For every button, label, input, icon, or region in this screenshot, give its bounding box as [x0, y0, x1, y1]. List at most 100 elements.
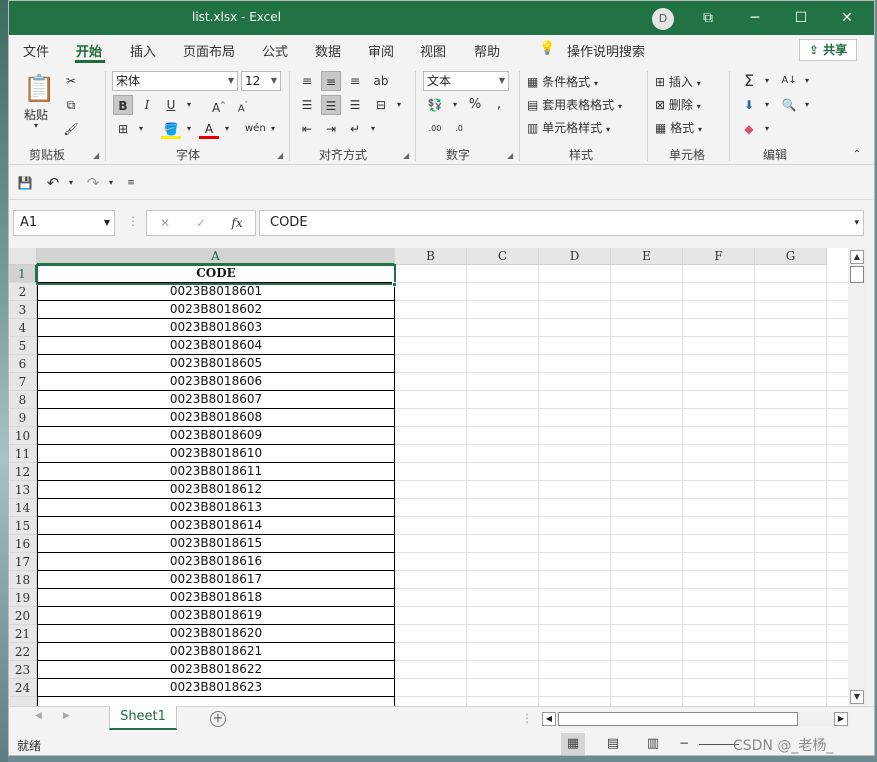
tab-file[interactable]: 文件	[23, 41, 49, 60]
clear-dropdown-icon[interactable]: ▾	[757, 119, 777, 139]
font-color-icon[interactable]: A	[199, 119, 219, 139]
underline-dropdown-icon[interactable]: ▾	[179, 95, 199, 115]
collapse-ribbon-icon[interactable]: ⌃	[847, 145, 867, 165]
increase-font-icon[interactable]: A^	[209, 95, 229, 115]
decrease-font-icon[interactable]: Aˇ	[233, 95, 253, 115]
zoom-out-icon[interactable]: −	[679, 736, 689, 750]
code-cell[interactable]: 0023B8018612	[37, 481, 395, 499]
scroll-down-icon[interactable]: ▼	[850, 690, 864, 704]
page-layout-view-icon[interactable]: ▤	[601, 733, 625, 755]
paste-dropdown-icon[interactable]: ▾	[34, 121, 38, 130]
expand-formula-icon[interactable]: ▾	[854, 211, 859, 235]
code-cell[interactable]: 0023B8018615	[37, 535, 395, 553]
row-header-22[interactable]: 22	[9, 643, 37, 661]
tab-formulas[interactable]: 公式	[262, 41, 288, 60]
code-cell[interactable]: 0023B8018609	[37, 427, 395, 445]
row-header-13[interactable]: 13	[9, 481, 37, 499]
tab-help[interactable]: 帮助	[474, 41, 500, 60]
merge-dropdown-icon[interactable]: ▾	[389, 95, 409, 115]
row-header-19[interactable]: 19	[9, 589, 37, 607]
align-top-icon[interactable]: ≡	[297, 71, 317, 91]
scroll-up-icon[interactable]: ▲	[850, 250, 864, 264]
row-header-18[interactable]: 18	[9, 571, 37, 589]
cancel-icon[interactable]: ✕	[155, 213, 175, 233]
code-cell[interactable]: 0023B8018607	[37, 391, 395, 409]
row-header-7[interactable]: 7	[9, 373, 37, 391]
minimize-button[interactable]: ─	[732, 1, 778, 35]
row-header-23[interactable]: 23	[9, 661, 37, 679]
font-launcher-icon[interactable]: ◢	[277, 151, 283, 160]
font-size-combo[interactable]: 12 ▼	[241, 71, 281, 91]
tab-insert[interactable]: 插入	[130, 41, 156, 60]
column-header-a[interactable]: A	[37, 248, 395, 265]
code-cell[interactable]: 0023B8018603	[37, 319, 395, 337]
code-cell[interactable]: 0023B8018614	[37, 517, 395, 535]
split-handle-icon[interactable]: ⋮	[521, 711, 533, 725]
code-cell[interactable]: 0023B8018623	[37, 679, 395, 697]
code-cell[interactable]: 0023B8018606	[37, 373, 395, 391]
code-cell[interactable]: 0023B8018620	[37, 625, 395, 643]
undo-dropdown-icon[interactable]: ▾	[61, 173, 81, 193]
formula-input[interactable]: CODE ▾	[259, 210, 864, 236]
merge-center-icon[interactable]: ⊟	[371, 95, 391, 115]
code-cell[interactable]: 0023B8018611	[37, 463, 395, 481]
row-header-6[interactable]: 6	[9, 355, 37, 373]
code-cell[interactable]: 0023B8018605	[37, 355, 395, 373]
code-cell[interactable]: 0023B8018622	[37, 661, 395, 679]
fill-color-icon[interactable]: 🪣	[161, 119, 181, 139]
tab-home[interactable]: 开始	[76, 41, 102, 60]
row-header-10[interactable]: 10	[9, 427, 37, 445]
add-sheet-icon[interactable]: +	[210, 711, 226, 727]
row-header-9[interactable]: 9	[9, 409, 37, 427]
select-all-corner[interactable]	[9, 248, 37, 265]
code-cell[interactable]: 0023B8018617	[37, 571, 395, 589]
orientation-icon[interactable]: ab	[371, 71, 391, 91]
fill-dropdown-icon[interactable]: ▾	[757, 95, 777, 115]
code-cell[interactable]: 0023B8018602	[37, 301, 395, 319]
insert-function-icon[interactable]: fx	[227, 213, 247, 233]
decrease-indent-icon[interactable]: ⇤	[297, 119, 317, 139]
scroll-right-icon[interactable]: ▶	[834, 712, 848, 726]
sheet-tab-sheet1[interactable]: Sheet1	[109, 706, 177, 730]
horizontal-scroll-thumb[interactable]	[558, 712, 798, 726]
cell-styles-button[interactable]: ▥ 单元格样式 ▾	[527, 119, 610, 136]
row-header-24[interactable]: 24	[9, 679, 37, 697]
paste-icon[interactable]: 📋	[23, 73, 55, 105]
code-cell[interactable]: 0023B8018616	[37, 553, 395, 571]
number-launcher-icon[interactable]: ◢	[507, 151, 513, 160]
column-header-d[interactable]: D	[539, 248, 611, 265]
row-header-8[interactable]: 8	[9, 391, 37, 409]
code-cell[interactable]: 0023B8018619	[37, 607, 395, 625]
more-options-icon[interactable]: ⋮	[127, 214, 139, 228]
row-header-17[interactable]: 17	[9, 553, 37, 571]
autosum-icon[interactable]: Σ	[739, 71, 759, 91]
vertical-scrollbar[interactable]: ▲ ▼	[848, 248, 867, 706]
save-icon[interactable]: 💾	[15, 173, 35, 193]
page-break-view-icon[interactable]: ▥	[641, 733, 665, 755]
fill-color-dropdown-icon[interactable]: ▾	[179, 119, 199, 139]
font-color-dropdown-icon[interactable]: ▾	[217, 119, 237, 139]
close-button[interactable]: ✕	[824, 1, 870, 35]
increase-decimal-icon[interactable]: .00	[425, 119, 445, 139]
worksheet-grid[interactable]: A B C D E F G 1 CODE 2 0023B8018601 3 0023B8018602 4 0…	[9, 248, 848, 706]
column-header-f[interactable]: F	[683, 248, 755, 265]
code-cell[interactable]: 0023B8018610	[37, 445, 395, 463]
prev-sheet-icon[interactable]: ◀	[35, 711, 42, 721]
row-header-5[interactable]: 5	[9, 337, 37, 355]
number-format-combo[interactable]: 文本 ▼	[423, 71, 509, 91]
customize-toolbar-icon[interactable]: ≡	[121, 173, 141, 193]
borders-icon[interactable]: ⊞	[113, 119, 133, 139]
cut-icon[interactable]: ✂	[61, 71, 81, 91]
row-header-1[interactable]: 1	[9, 265, 37, 283]
format-cells-button[interactable]: ▦ 格式 ▾	[655, 119, 702, 136]
row-header-21[interactable]: 21	[9, 625, 37, 643]
wrap-text-icon[interactable]: ↵	[345, 119, 365, 139]
row-header-12[interactable]: 12	[9, 463, 37, 481]
redo-dropdown-icon[interactable]: ▾	[101, 173, 121, 193]
vertical-scroll-thumb[interactable]	[850, 266, 864, 283]
row-header-15[interactable]: 15	[9, 517, 37, 535]
format-as-table-button[interactable]: ▤ 套用表格格式 ▾	[527, 96, 622, 113]
format-painter-icon[interactable]: 🖌	[61, 119, 81, 139]
row-header-4[interactable]: 4	[9, 319, 37, 337]
row-header-14[interactable]: 14	[9, 499, 37, 517]
